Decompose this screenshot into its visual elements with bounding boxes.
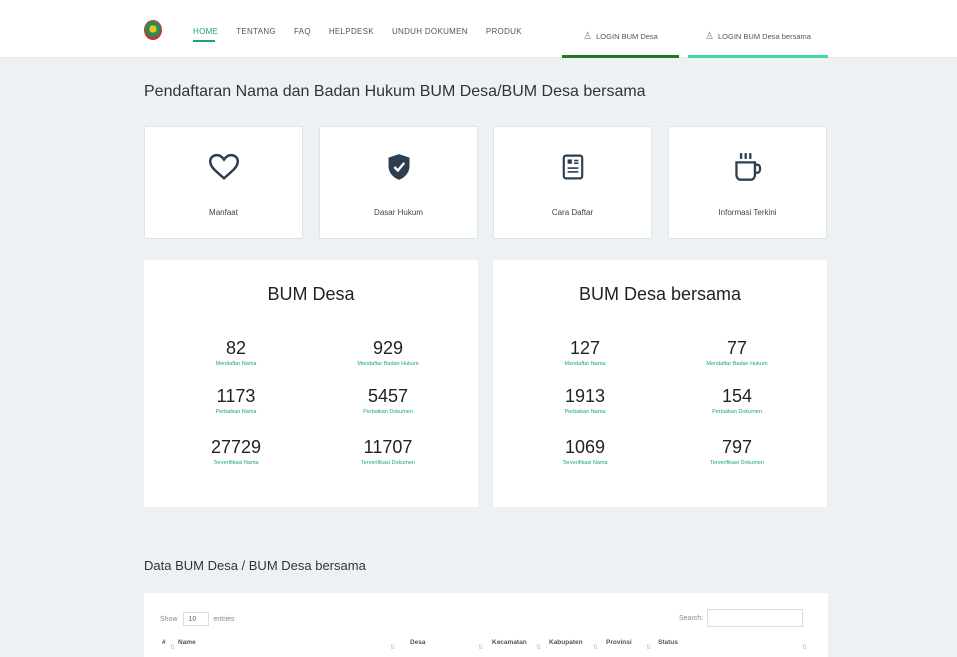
nav-produk[interactable]: PRODUK [486, 27, 522, 36]
stat-label: Perbaikan Nama [564, 409, 606, 415]
card-cara-daftar[interactable]: Cara Daftar [493, 126, 652, 239]
stat-item: 11707 Terverifikasi Dokumen [323, 437, 453, 466]
sort-icon: ⇅ [170, 645, 176, 651]
shield-check-icon [388, 154, 409, 180]
stat-label: Terverifikasi Nama [213, 460, 259, 466]
stat-value: 1069 [564, 437, 606, 457]
data-section-title: Data BUM Desa / BUM Desa bersama [144, 558, 366, 573]
panel-title: BUM Desa bersama [578, 284, 742, 304]
show-label: Show [160, 615, 178, 623]
card-label: Informasi Terkini [718, 208, 777, 217]
sort-icon: ⇅ [536, 645, 542, 651]
card-label: Dasar Hukum [374, 208, 423, 217]
document-list-icon [562, 154, 583, 180]
stat-value: 27729 [210, 437, 262, 457]
nav-active-indicator [193, 40, 215, 42]
stat-value: 929 [372, 338, 404, 358]
card-dasar-hukum[interactable]: Dasar Hukum [319, 126, 478, 239]
stat-item: 5457 Perbaikan Dokumen [323, 386, 453, 415]
column-header-name[interactable]: Name [178, 639, 196, 646]
stat-item: 127 Mendaftar Nama [520, 338, 650, 367]
stat-value: 154 [721, 386, 753, 406]
data-table-panel: Show 10 entries Search: # ⇅ Name ⇅ Desa … [144, 593, 828, 657]
column-header-number[interactable]: # [162, 639, 166, 646]
heart-icon [208, 153, 239, 180]
sort-icon: ⇅ [593, 645, 599, 651]
column-header-desa[interactable]: Desa [410, 639, 426, 646]
stat-label: Mendaftar Badan Hukum [706, 361, 768, 367]
search-control: Search: [679, 609, 804, 627]
stat-item: 1173 Perbaikan Nama [171, 386, 301, 415]
card-label: Cara Daftar [551, 208, 594, 217]
nav-home[interactable]: HOME [193, 27, 218, 36]
column-header-provinsi[interactable]: Provinsi [606, 639, 632, 646]
entries-control: Show 10 entries [160, 612, 235, 626]
sort-icon: ⇅ [802, 645, 808, 651]
stat-value: 82 [225, 338, 247, 358]
nav-faq[interactable]: FAQ [294, 27, 311, 36]
user-icon: ♙ [583, 31, 593, 42]
user-icon: ♙ [705, 31, 714, 42]
nav-unduh-dokumen[interactable]: UNDUH DOKUMEN [392, 27, 468, 36]
login-bum-desa-bersama-button[interactable]: ♙ LOGIN BUM Desa bersama [688, 18, 828, 58]
page-title: Pendaftaran Nama dan Badan Hukum BUM Des… [144, 83, 646, 100]
entries-select[interactable]: 10 [182, 612, 209, 626]
login-bum-desa-bersama-label: LOGIN BUM Desa bersama [718, 32, 811, 41]
column-header-kecamatan[interactable]: Kecamatan [492, 639, 527, 646]
coffee-cup-icon [734, 153, 761, 181]
stat-label: Terverifikasi Dokumen [360, 460, 416, 466]
stat-label: Perbaikan Dokumen [363, 409, 413, 415]
stat-item: 797 Terverifikasi Dokumen [672, 437, 802, 466]
stat-item: 1069 Terverifikasi Nama [520, 437, 650, 466]
stat-value: 1173 [216, 386, 256, 406]
card-informasi-terkini[interactable]: Informasi Terkini [668, 126, 827, 239]
logo-icon[interactable] [144, 20, 162, 40]
bum-desa-bersama-stats-panel: BUM Desa bersama 127 Mendaftar Nama 77 M… [493, 260, 827, 507]
stat-value: 11707 [363, 437, 413, 457]
stat-item: 154 Perbaikan Dokumen [672, 386, 802, 415]
card-label: Manfaat [209, 208, 238, 217]
sort-icon: ⇅ [478, 645, 484, 651]
stat-value: 5457 [367, 386, 409, 406]
stat-value: 1913 [564, 386, 606, 406]
login-bum-desa-label: LOGIN BUM Desa [596, 32, 658, 41]
sort-icon: ⇅ [646, 645, 652, 651]
stat-item: 27729 Terverifikasi Nama [171, 437, 301, 466]
stat-value: 127 [569, 338, 601, 358]
stat-label: Mendaftar Badan Hukum [357, 361, 419, 367]
stat-label: Perbaikan Nama [215, 409, 257, 415]
nav-links: HOME TENTANG FAQ HELPDESK UNDUH DOKUMEN … [193, 27, 540, 36]
stat-label: Perbaikan Dokumen [712, 409, 762, 415]
bum-desa-stats-panel: BUM Desa 82 Mendaftar Nama 929 Mendaftar… [144, 260, 478, 507]
panel-title: BUM Desa [267, 284, 355, 304]
column-header-kabupaten[interactable]: Kabupaten [549, 639, 583, 646]
top-navbar: HOME TENTANG FAQ HELPDESK UNDUH DOKUMEN … [0, 0, 957, 58]
stat-item: 929 Mendaftar Badan Hukum [323, 338, 453, 367]
stat-value: 77 [726, 338, 748, 358]
stat-label: Mendaftar Nama [215, 361, 257, 367]
search-label: Search: [679, 614, 704, 622]
sort-icon: ⇅ [390, 645, 396, 651]
nav-helpdesk[interactable]: HELPDESK [329, 27, 374, 36]
stat-item: 82 Mendaftar Nama [171, 338, 301, 367]
stat-item: 1913 Perbaikan Nama [520, 386, 650, 415]
nav-tentang[interactable]: TENTANG [236, 27, 276, 36]
entries-label: entries [213, 615, 235, 623]
card-manfaat[interactable]: Manfaat [144, 126, 303, 239]
table-header-row: # ⇅ Name ⇅ Desa ⇅ Kecamatan ⇅ Kabupaten … [144, 639, 828, 657]
column-header-status[interactable]: Status [658, 639, 678, 646]
stat-label: Mendaftar Nama [564, 361, 606, 367]
stat-label: Terverifikasi Nama [562, 460, 608, 466]
search-input[interactable] [707, 609, 804, 627]
login-bum-desa-button[interactable]: ♙ LOGIN BUM Desa [562, 18, 679, 58]
stat-item: 77 Mendaftar Badan Hukum [672, 338, 802, 367]
stat-label: Terverifikasi Dokumen [709, 460, 765, 466]
stat-value: 797 [721, 437, 753, 457]
